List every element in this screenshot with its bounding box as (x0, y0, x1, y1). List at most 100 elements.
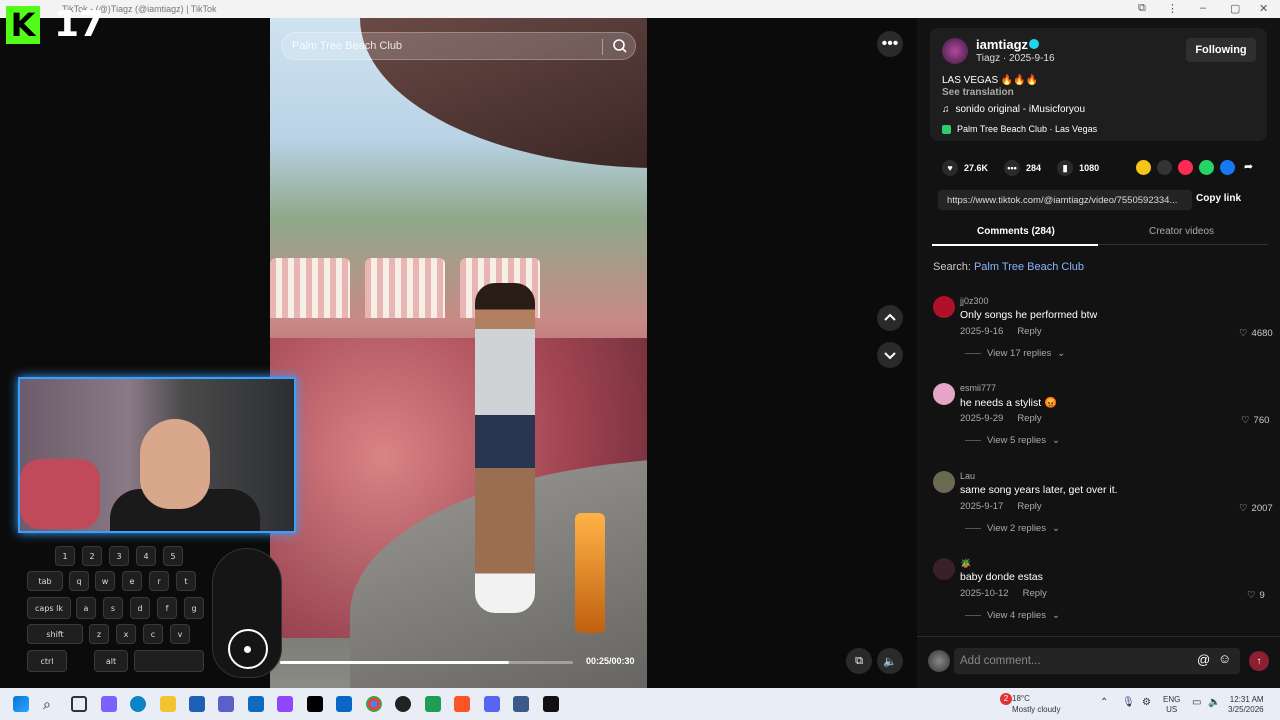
close-window-button[interactable]: ✕ (1259, 2, 1268, 15)
comment-meta: 2025-9-16 Reply (960, 326, 1042, 337)
location-label[interactable]: Palm Tree Beach Club · Las Vegas (957, 124, 1097, 134)
display-icon[interactable]: ▭ (1192, 697, 1201, 708)
key: 5 (163, 546, 183, 566)
minimize-button[interactable]: – (1200, 2, 1206, 14)
store-icon[interactable] (189, 696, 205, 712)
author-avatar[interactable] (942, 38, 968, 64)
file-explorer-icon[interactable] (160, 696, 176, 712)
search-icon[interactable]: ⌕ (43, 696, 59, 712)
bookmark-icon: ▮ (1057, 160, 1074, 176)
commenter-name[interactable]: 🪴 (960, 558, 971, 569)
active-tab-indicator (932, 244, 1098, 246)
brave-icon[interactable] (454, 696, 470, 712)
excel-icon[interactable] (425, 696, 441, 712)
like-button[interactable]: ♥ 27.6K (942, 160, 988, 176)
view-replies-button[interactable]: View 4 replies ⌄ (965, 610, 1060, 621)
location-row[interactable]: Palm Tree Beach Club · Las Vegas (942, 124, 1097, 134)
extensions-icon[interactable]: ⧉ (1138, 2, 1146, 15)
webcam-overlay (18, 377, 296, 533)
volume-button[interactable]: 🔈 (877, 648, 903, 674)
commenter-name[interactable]: Lau (960, 471, 975, 481)
tab-creator-videos[interactable]: Creator videos (1149, 226, 1214, 237)
clock[interactable]: 12:31 AM 3/25/2026 (1228, 695, 1264, 715)
emoji-icon[interactable]: ☺ (1218, 651, 1231, 666)
music-row[interactable]: ♫ sonido original - iMusicforyou (942, 104, 1085, 115)
maximize-button[interactable]: ▢ (1230, 2, 1240, 15)
related-search-query[interactable]: Palm Tree Beach Club (974, 261, 1084, 273)
facebook-icon[interactable] (1220, 160, 1235, 175)
more-options-button[interactable]: ••• (877, 31, 903, 57)
network-settings-icon[interactable]: ⚙ (1142, 697, 1151, 708)
video-progress-fill (280, 661, 509, 664)
reply-link[interactable]: Reply (1017, 326, 1041, 337)
tiktok-icon[interactable] (543, 696, 559, 712)
video-progress-bar[interactable] (280, 661, 573, 664)
save-button[interactable]: ▮ 1080 (1057, 160, 1099, 176)
discord-icon[interactable] (484, 696, 500, 712)
related-search[interactable]: Search: Palm Tree Beach Club (933, 261, 1084, 273)
send-comment-button[interactable]: ↑ (1249, 651, 1269, 671)
menu-dots-icon[interactable]: ⋮ (1167, 2, 1178, 15)
commenter-avatar[interactable] (933, 558, 955, 580)
commenter-name[interactable]: esmii777 (960, 383, 996, 393)
tab-comments[interactable]: Comments (284) (977, 226, 1055, 237)
comment-like-button[interactable]: ♡ 760 (1241, 415, 1269, 426)
comment-like-button[interactable]: ♡ 2007 (1239, 503, 1273, 514)
view-replies-button[interactable]: View 2 replies ⌄ (965, 523, 1060, 534)
x-icon[interactable] (307, 696, 323, 712)
teams-icon[interactable] (218, 696, 234, 712)
task-view-icon[interactable] (71, 696, 87, 712)
search-icon[interactable] (612, 38, 628, 59)
commenter-avatar[interactable] (933, 383, 955, 405)
commenter-name[interactable]: jj0z300 (960, 296, 989, 306)
copilot-icon[interactable] (101, 696, 117, 712)
search-input[interactable]: Palm Tree Beach Club (292, 40, 402, 52)
previous-video-button[interactable] (877, 305, 903, 331)
video-player[interactable] (270, 18, 647, 688)
game-app-icon[interactable] (513, 696, 529, 712)
language-indicator[interactable]: ENG US (1163, 695, 1180, 715)
whatsapp-icon[interactable] (1199, 160, 1214, 175)
screen: TikTok - (@)Tiagz (@iamtiagz) | TikTok ⧉… (0, 0, 1280, 720)
heart-outline-icon: ♡ (1239, 328, 1248, 339)
comment-item: jj0z300 Only songs he performed btw 2025… (933, 296, 1273, 376)
key: c (143, 624, 163, 644)
edge-icon[interactable] (130, 696, 146, 712)
copy-link-button[interactable]: Copy link (1196, 193, 1241, 204)
microphone-icon[interactable]: 🎙 (1122, 697, 1135, 708)
volume-icon[interactable]: 🔈 (1208, 697, 1220, 708)
app-icon[interactable] (395, 696, 411, 712)
send-share-icon[interactable] (1178, 160, 1193, 175)
comment-button[interactable]: ••• 284 (1004, 160, 1041, 176)
twitch-icon[interactable] (277, 696, 293, 712)
reply-link[interactable]: Reply (1023, 588, 1047, 599)
next-video-button[interactable] (877, 342, 903, 368)
view-replies-button[interactable]: View 5 replies ⌄ (965, 435, 1060, 446)
video-link-field[interactable]: https://www.tiktok.com/@iamtiagz/video/7… (938, 190, 1192, 210)
chevron-up-icon[interactable]: ⌃ (1100, 697, 1108, 708)
comment-like-button[interactable]: ♡ 4680 (1239, 328, 1273, 339)
commenter-avatar[interactable] (933, 471, 955, 493)
see-translation-link[interactable]: See translation (942, 87, 1014, 98)
key: 4 (136, 546, 156, 566)
reply-link[interactable]: Reply (1017, 501, 1041, 512)
embed-icon[interactable] (1157, 160, 1172, 175)
author-username[interactable]: iamtiagz (976, 37, 1028, 52)
share-arrow-icon[interactable]: ➦ (1241, 160, 1256, 175)
reply-link[interactable]: Reply (1017, 413, 1041, 424)
start-icon[interactable] (13, 696, 29, 712)
weather-widget[interactable]: 2 18°C Mostly cloudy (1000, 693, 1060, 715)
music-title[interactable]: sonido original - iMusicforyou (956, 104, 1086, 115)
friends-share-icon[interactable] (1136, 160, 1151, 175)
commenter-avatar[interactable] (933, 296, 955, 318)
outlook-icon[interactable] (248, 696, 264, 712)
following-button[interactable]: Following (1186, 38, 1256, 62)
comment-like-button[interactable]: ♡ 9 (1247, 590, 1265, 601)
linkedin-icon[interactable] (336, 696, 352, 712)
chrome-icon[interactable] (366, 696, 382, 712)
mention-icon[interactable]: @ (1197, 652, 1210, 667)
view-replies-button[interactable]: View 17 replies ⌄ (965, 348, 1065, 359)
speaker-icon: 🔈 (883, 655, 897, 668)
floating-player-button[interactable]: ⧉ (846, 648, 872, 674)
video-search-bar[interactable]: Palm Tree Beach Club (281, 32, 636, 60)
